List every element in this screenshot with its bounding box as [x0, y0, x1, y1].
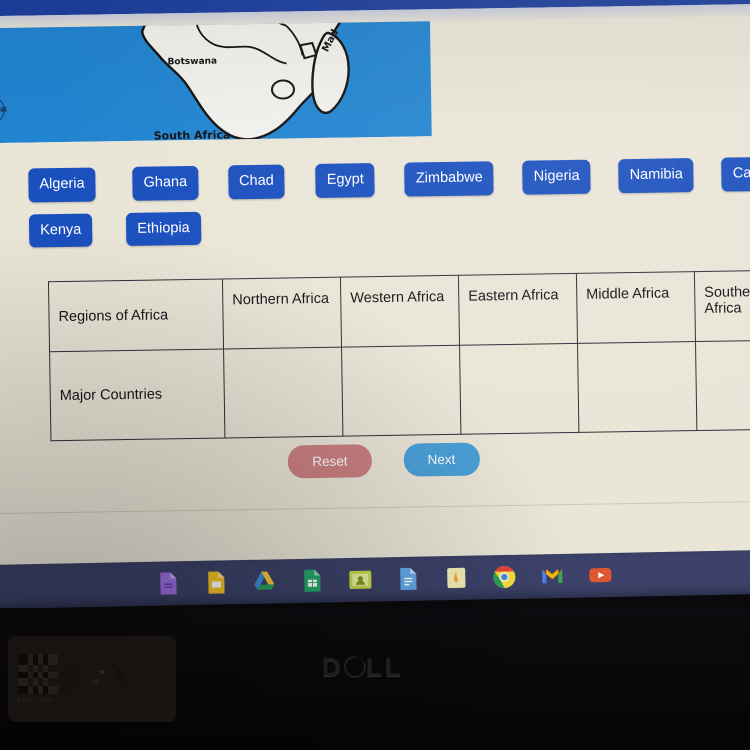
footer-divider	[0, 500, 750, 515]
table-row-label-major-countries: Major Countries	[49, 348, 225, 441]
laptop-photo: ntries and Regions of the World: Mastery…	[0, 0, 750, 750]
country-tile-namibia[interactable]: Namibia	[618, 158, 695, 193]
country-tile-chad[interactable]: Chad	[227, 164, 286, 199]
drop-cell-eastern-africa[interactable]	[459, 343, 579, 435]
country-tile-kenya[interactable]: Kenya	[28, 213, 93, 248]
gmail-icon[interactable]	[539, 563, 565, 589]
table-header-western-africa: Western Africa	[340, 275, 460, 348]
google-keep-icon[interactable]	[155, 570, 181, 596]
drop-cell-southern-africa[interactable]	[695, 339, 750, 431]
map-label-botswana: Botswana	[167, 56, 218, 68]
country-tile-ethiopia[interactable]: Ethiopia	[126, 211, 201, 246]
compass-rose-icon	[0, 96, 8, 124]
dell-brand-logo: D LL	[322, 652, 404, 683]
sticker-caption: ASSET TAG	[17, 698, 54, 704]
next-button[interactable]: Next	[403, 442, 480, 477]
tile-row-1: Algeria Ghana Chad Egypt Zimbabwe Nigeri…	[28, 156, 750, 203]
google-sheets-icon[interactable]	[299, 567, 325, 593]
youtube-icon[interactable]	[587, 562, 613, 588]
table-header-label: Regions of Africa	[48, 278, 224, 352]
qr-code-icon	[18, 654, 58, 694]
google-drive-icon[interactable]	[251, 568, 277, 594]
reset-button[interactable]: Reset	[288, 444, 372, 479]
drop-cell-western-africa[interactable]	[341, 345, 461, 437]
table-row-header: Regions of Africa Northern Africa Wester…	[48, 269, 750, 352]
table-header-southern-africa: Southern Africa	[694, 269, 750, 342]
drop-cell-northern-africa[interactable]	[223, 347, 343, 438]
google-classroom-icon[interactable]	[347, 567, 373, 593]
drop-cell-middle-africa[interactable]	[577, 341, 697, 433]
google-docs-icon[interactable]	[395, 566, 421, 592]
table-header-middle-africa: Middle Africa	[576, 271, 696, 344]
regions-table: Regions of Africa Northern Africa Wester…	[48, 269, 750, 441]
asset-sticker: ASSET TAG	[8, 636, 176, 722]
country-tile-egypt[interactable]: Egypt	[315, 163, 376, 198]
table-header-eastern-africa: Eastern Africa	[458, 273, 578, 346]
dell-logo-text: D	[322, 652, 344, 682]
dell-logo-text-tail: LL	[365, 652, 404, 682]
tile-row-2: Kenya Ethiopia	[28, 203, 729, 248]
dell-logo-e-glyph	[340, 652, 369, 682]
google-chrome-icon[interactable]	[491, 564, 517, 590]
question-page: Algeria Ghana Chad Egypt Zimbabwe Nigeri…	[0, 130, 750, 544]
eagle-mascot-icon	[78, 656, 148, 699]
country-tile-algeria[interactable]: Algeria	[28, 167, 96, 203]
google-jamboard-icon[interactable]	[443, 565, 469, 591]
country-tile-zimbabwe[interactable]: Zimbabwe	[404, 161, 495, 197]
action-button-bar: Reset Next	[0, 438, 750, 483]
table-header-northern-africa: Northern Africa	[222, 277, 342, 349]
laptop-screen: ntries and Regions of the World: Mastery…	[0, 0, 750, 585]
table-row-major-countries: Major Countries	[49, 339, 750, 441]
google-slides-icon[interactable]	[203, 569, 229, 595]
country-tile-cameroon[interactable]: Cameroon	[721, 156, 750, 192]
country-tile-tray: Algeria Ghana Chad Egypt Zimbabwe Nigeri…	[28, 156, 750, 260]
country-tile-ghana[interactable]: Ghana	[132, 165, 199, 201]
country-tile-nigeria[interactable]: Nigeria	[522, 159, 591, 195]
africa-map-image: Botswana South Africa Mad	[0, 21, 432, 144]
